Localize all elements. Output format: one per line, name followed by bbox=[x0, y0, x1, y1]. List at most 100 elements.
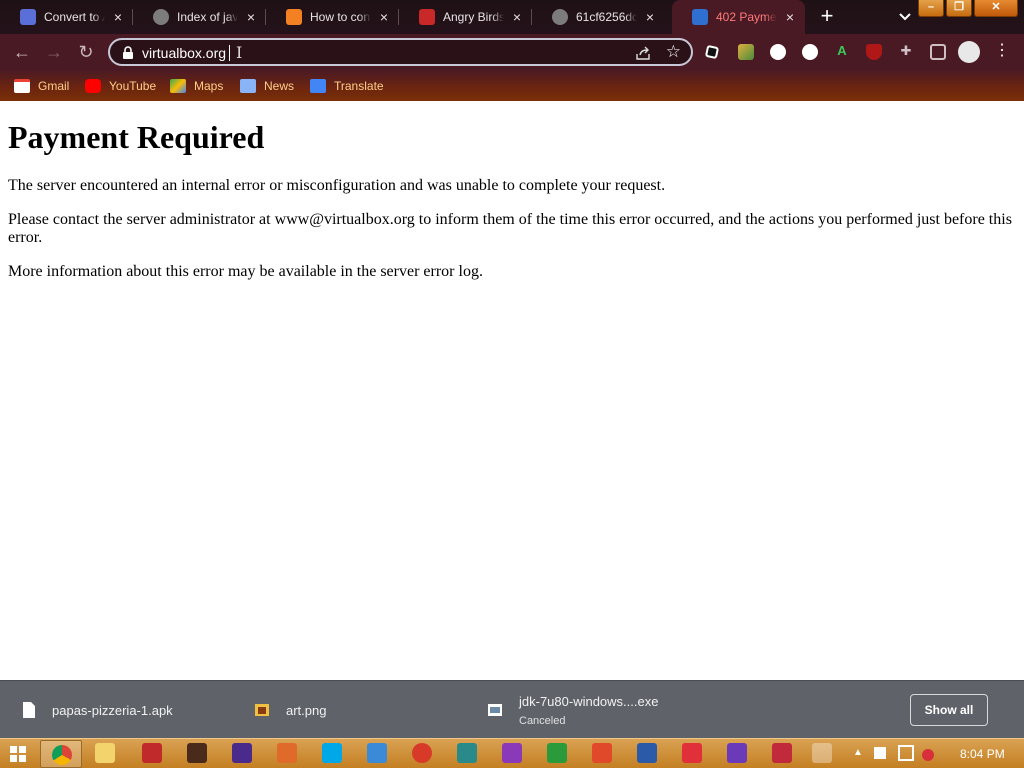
photos-icon[interactable] bbox=[457, 743, 477, 763]
tab-title: How to conv bbox=[310, 10, 371, 24]
window-controls: – ❐ ✕ bbox=[916, 0, 1018, 17]
gmail-icon bbox=[14, 79, 30, 93]
bookmark-label: Maps bbox=[194, 79, 224, 93]
download-status: Canceled bbox=[519, 714, 566, 727]
tab-index-of-java[interactable]: Index of java × bbox=[133, 0, 266, 34]
download-item[interactable]: papas-pizzeria-1.apk bbox=[22, 681, 173, 739]
picture-extension-icon[interactable] bbox=[738, 44, 754, 60]
angry-birds-icon bbox=[419, 9, 435, 25]
download-shelf: papas-pizzeria-1.apk art.png jdk-7u80-wi… bbox=[0, 680, 1024, 738]
game-extension-icon[interactable] bbox=[770, 44, 786, 60]
extensions-puzzle-icon[interactable]: ✚ bbox=[897, 42, 915, 60]
url-text[interactable]: virtualbox.org bbox=[142, 45, 226, 61]
taskbar-app-icon[interactable] bbox=[277, 743, 297, 763]
reload-button[interactable]: ↻ bbox=[76, 42, 96, 62]
tab-title: Index of java bbox=[177, 10, 238, 24]
close-tab-icon[interactable]: × bbox=[783, 10, 797, 24]
news-icon bbox=[240, 79, 256, 93]
new-tab-button[interactable]: + bbox=[815, 5, 839, 29]
bookmark-youtube[interactable]: YouTube bbox=[85, 77, 156, 95]
chrome-icon bbox=[52, 745, 72, 765]
windows-start-icon[interactable] bbox=[10, 746, 26, 762]
minimize-button[interactable]: – bbox=[918, 0, 944, 17]
maximize-button[interactable]: ❐ bbox=[946, 0, 972, 17]
tab-search-chevron-icon[interactable] bbox=[895, 8, 915, 26]
onenote-icon[interactable] bbox=[502, 743, 522, 763]
heart-app-icon[interactable] bbox=[682, 743, 702, 763]
tab-61cf6256[interactable]: 61cf6256dc0 × bbox=[532, 0, 665, 34]
bookmark-translate[interactable]: Translate bbox=[310, 77, 384, 95]
menu-kebab-icon[interactable]: ⋮ bbox=[993, 42, 1011, 60]
trophy-icon[interactable] bbox=[232, 743, 252, 763]
browser-toolbar: ← → ↻ virtualbox.org I ☆ A ✚ ⋮ bbox=[0, 34, 1024, 70]
bookmark-maps[interactable]: Maps bbox=[170, 77, 223, 95]
onedrive-icon[interactable] bbox=[637, 743, 657, 763]
ibeam-cursor-icon: I bbox=[236, 43, 243, 62]
error-message: The server encountered an internal error… bbox=[8, 177, 666, 194]
taskbar-clock[interactable]: 8:04 PM bbox=[960, 747, 1005, 761]
close-tab-icon[interactable]: × bbox=[643, 10, 657, 24]
calendar-icon[interactable] bbox=[727, 743, 747, 763]
download-item[interactable]: art.png bbox=[254, 681, 326, 739]
tab-favicon-icon bbox=[20, 9, 36, 25]
globe-icon bbox=[552, 9, 568, 25]
ublock-shield-icon[interactable] bbox=[866, 44, 882, 60]
youtube-icon bbox=[85, 79, 101, 93]
tab-convert[interactable]: Convert to A × bbox=[0, 0, 133, 34]
xbox-icon[interactable] bbox=[547, 743, 567, 763]
page-heading: Payment Required bbox=[8, 119, 265, 155]
contact-message: Please contact the server administrator … bbox=[8, 211, 1012, 246]
bookmarks-bar: Gmail YouTube Maps News Translate bbox=[0, 70, 1024, 101]
image-file-icon bbox=[255, 704, 269, 716]
tab-angry-birds[interactable]: Angry Birds( × bbox=[399, 0, 532, 34]
text-caret bbox=[229, 45, 230, 61]
profile-avatar[interactable] bbox=[958, 41, 980, 63]
forward-button[interactable]: → bbox=[44, 42, 64, 62]
tab-title: 61cf6256dc0 bbox=[576, 10, 637, 24]
bookmark-star-icon[interactable]: ☆ bbox=[666, 42, 681, 62]
tab-402-payment[interactable]: 402 Paymen × bbox=[672, 0, 805, 34]
taskbar-app-icon[interactable] bbox=[142, 743, 162, 763]
address-bar[interactable]: virtualbox.org I ☆ bbox=[108, 38, 693, 66]
bookmark-news[interactable]: News bbox=[240, 77, 294, 95]
bookmark-gmail[interactable]: Gmail bbox=[14, 77, 69, 95]
close-window-button[interactable]: ✕ bbox=[974, 0, 1018, 17]
show-all-button[interactable]: Show all bbox=[910, 694, 988, 726]
volume-muted-icon[interactable] bbox=[922, 749, 934, 761]
globe-icon bbox=[153, 9, 169, 25]
taskbar-app-icon[interactable] bbox=[592, 743, 612, 763]
back-button[interactable]: ← bbox=[12, 42, 32, 62]
help-icon[interactable] bbox=[412, 743, 432, 763]
desktop-preview-icon[interactable] bbox=[812, 743, 832, 763]
download-filename: jdk-7u80-windows....exe bbox=[519, 693, 659, 709]
game-extension-2-icon[interactable] bbox=[802, 44, 818, 60]
page-content: Payment Required The server encountered … bbox=[0, 101, 1024, 680]
show-hidden-icons-chevron-icon[interactable]: ▲ bbox=[850, 745, 866, 761]
media-icon[interactable] bbox=[772, 743, 792, 763]
tab-title: Convert to A bbox=[44, 10, 105, 24]
share-icon[interactable] bbox=[635, 45, 651, 61]
bookmark-label: Gmail bbox=[38, 79, 70, 93]
download-item[interactable]: jdk-7u80-windows....exe Canceled bbox=[487, 681, 658, 739]
tab-title: Angry Birds( bbox=[443, 10, 504, 24]
download-filename: art.png bbox=[286, 702, 327, 718]
close-tab-icon[interactable]: × bbox=[510, 10, 524, 24]
action-center-flag-icon[interactable] bbox=[874, 747, 886, 759]
bookmark-label: News bbox=[264, 79, 295, 93]
skype-icon[interactable] bbox=[322, 743, 342, 763]
translate-icon bbox=[310, 79, 326, 93]
taskbar-chrome[interactable] bbox=[40, 740, 82, 768]
weather-icon[interactable] bbox=[367, 743, 387, 763]
file-explorer-icon[interactable] bbox=[95, 743, 115, 763]
side-panel-icon[interactable] bbox=[930, 44, 946, 60]
roblox-extension-icon[interactable] bbox=[704, 44, 720, 60]
tab-how-to-convert[interactable]: How to conv × bbox=[266, 0, 399, 34]
log-message: More information about this error may be… bbox=[8, 263, 483, 280]
close-tab-icon[interactable]: × bbox=[377, 10, 391, 24]
stackoverflow-icon bbox=[286, 9, 302, 25]
grammar-extension-icon[interactable]: A bbox=[833, 42, 851, 60]
close-tab-icon[interactable]: × bbox=[244, 10, 258, 24]
close-tab-icon[interactable]: × bbox=[111, 10, 125, 24]
network-icon[interactable] bbox=[898, 745, 914, 761]
taskbar-app-icon[interactable] bbox=[187, 743, 207, 763]
